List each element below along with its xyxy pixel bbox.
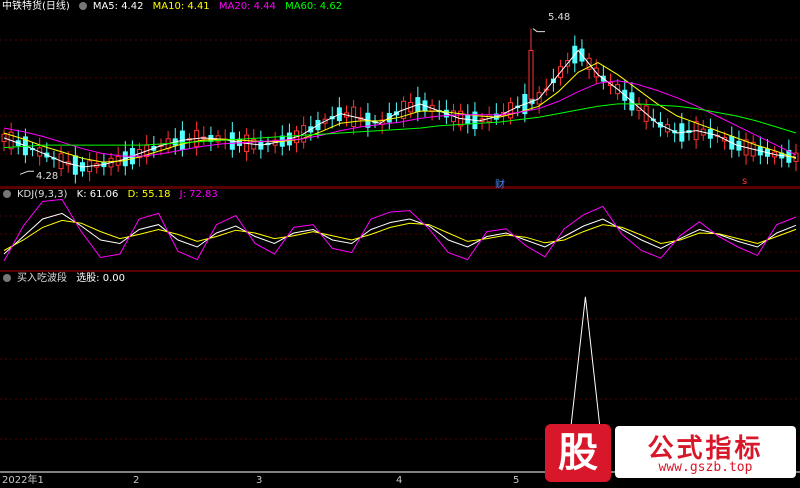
indicator-header: 买入吃波段 选股: 0.00: [0, 272, 131, 286]
kdj-k-label: K: 61.06: [76, 189, 119, 200]
low-price-label: 4.28: [36, 171, 59, 182]
kdj-d-label: D: 55.18: [127, 189, 171, 200]
kdj-title: KDJ(9,3,3): [17, 189, 68, 200]
ma60-line: [3, 103, 797, 149]
watermark-url: www.gszb.top: [658, 460, 753, 475]
settings-dot-icon[interactable]: [3, 190, 11, 198]
kdj-header: KDJ(9,3,3) K: 61.06 D: 55.18 J: 72.83: [0, 188, 224, 202]
kdj-panel[interactable]: KDJ(9,3,3) K: 61.06 D: 55.18 J: 72.83: [0, 188, 800, 272]
high-price-label: 5.48: [548, 12, 571, 23]
indicator-value: 选股: 0.00: [76, 273, 126, 284]
watermark-stock-char: 股: [545, 424, 611, 482]
main-chart-svg: [0, 28, 800, 188]
axis-label-jan: 2022年1: [2, 475, 44, 486]
watermark-logo: 股 公式指标 www.gszb.top: [545, 424, 798, 482]
high-pointer: [532, 28, 545, 33]
settings-dot-icon[interactable]: [78, 2, 87, 10]
main-chart-panel[interactable]: 中铁特货(日线) MA5: 4.42 MA10: 4.41 MA20: 4.44 …: [0, 0, 800, 191]
ma10-label: MA10: 4.41: [152, 1, 210, 12]
main-title[interactable]: 中铁特货(日线): [2, 1, 70, 12]
indicator-title: 买入吃波段: [17, 273, 67, 284]
settings-dot-icon[interactable]: [3, 274, 11, 282]
axis-label-feb: 2: [133, 475, 140, 486]
kdj-j-label: J: 72.83: [179, 189, 218, 200]
candle-body: [528, 49, 534, 100]
ma5-label: MA5: 4.42: [92, 1, 144, 12]
ma60-label: MA60: 4.62: [285, 1, 343, 12]
low-pointer: [19, 170, 34, 175]
axis-label-apr: 4: [396, 475, 403, 486]
axis-label-may: 5: [513, 475, 520, 486]
ma20-label: MA20: 4.44: [218, 1, 276, 12]
main-header: 中铁特货(日线) MA5: 4.42 MA10: 4.41 MA20: 4.44 …: [0, 0, 348, 14]
candle-body: [1, 133, 7, 142]
ma5-line: [3, 49, 797, 168]
signal-marker[interactable]: s: [742, 176, 747, 187]
watermark-box: 公式指标 www.gszb.top: [615, 426, 796, 478]
kdj-d-line: [3, 219, 797, 251]
axis-label-mar: 3: [256, 475, 263, 486]
